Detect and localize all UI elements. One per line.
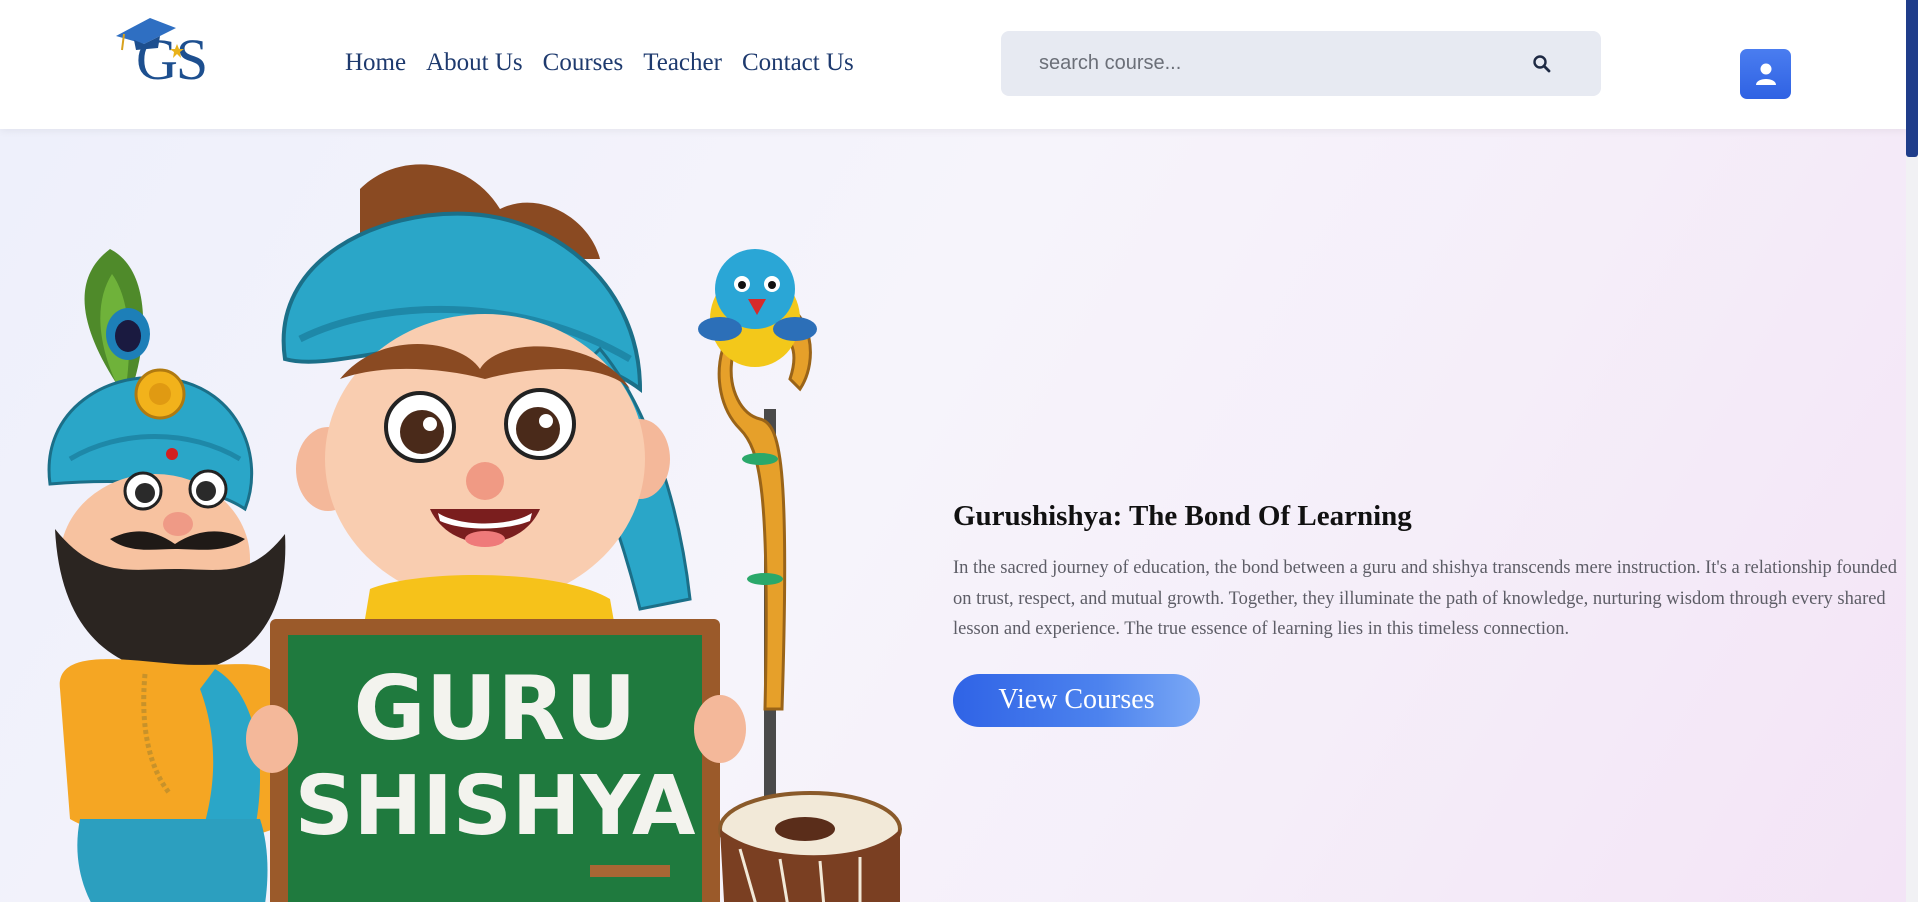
user-account-button[interactable] (1740, 49, 1791, 99)
chalkboard: GURU SHISHYA (246, 619, 746, 902)
search-box (1001, 31, 1601, 96)
guru-figure (47, 249, 291, 902)
scrollbar-thumb[interactable] (1906, 0, 1918, 157)
user-icon (1755, 63, 1776, 85)
logo[interactable]: GS (114, 14, 224, 92)
scrollbar[interactable] (1906, 0, 1918, 902)
nav-about-us[interactable]: About Us (426, 46, 523, 80)
logo-star-icon (170, 44, 184, 58)
top-navbar: GS Home About Us Courses Teacher Contact… (0, 0, 1906, 129)
nav-contact-us[interactable]: Contact Us (742, 46, 854, 80)
view-courses-button[interactable]: View Courses (953, 673, 1200, 727)
chalkboard-text-line1: GURU (354, 657, 637, 760)
search-input[interactable] (1039, 31, 1519, 96)
dhol-drum (718, 791, 902, 902)
search-icon[interactable] (1531, 53, 1553, 75)
logo-text: GS (136, 27, 208, 92)
nav-home[interactable]: Home (345, 46, 406, 80)
nav-courses[interactable]: Courses (543, 46, 624, 80)
hero-content: Gurushishya: The Bond Of Learning In the… (953, 497, 1903, 727)
hero-section: GURU SHISHYA Gurushishya: The Bond Of Le… (0, 129, 1906, 902)
chalkboard-text-line2: SHISHYA (295, 759, 696, 854)
guru-shishya-illustration: GURU SHISHYA (47, 164, 902, 902)
nav-teacher[interactable]: Teacher (643, 46, 722, 80)
main-nav: Home About Us Courses Teacher Contact Us (345, 46, 874, 80)
hero-title: Gurushishya: The Bond Of Learning (953, 500, 1412, 532)
hero-description: In the sacred journey of education, the … (953, 558, 1897, 639)
